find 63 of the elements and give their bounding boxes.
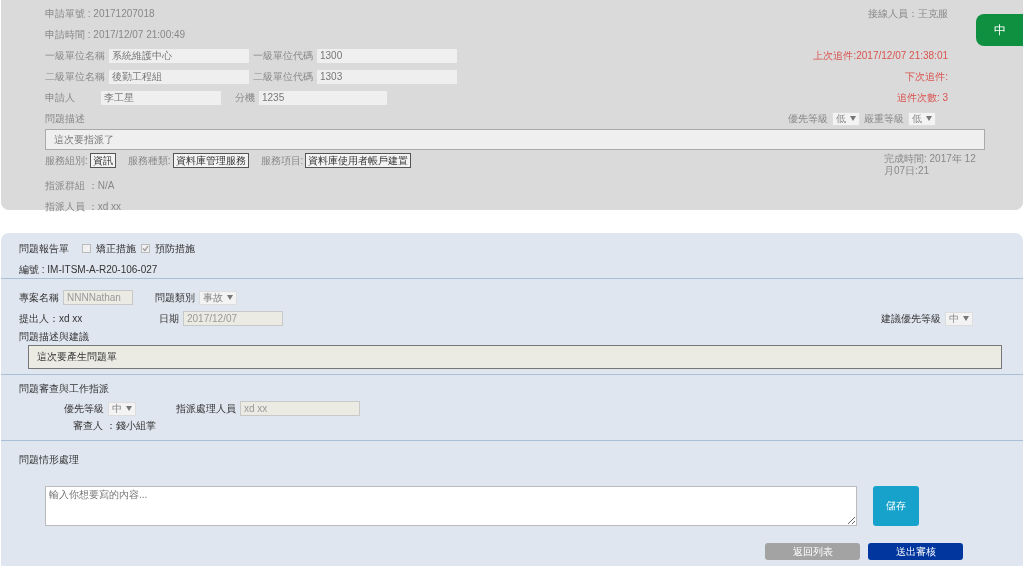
input-field[interactable]: 2017/12/07 [183, 311, 283, 326]
caret-icon [126, 406, 132, 411]
caret-icon [963, 316, 969, 321]
service-tag: 資訊 [89, 153, 116, 168]
status-tab[interactable]: 中 [976, 14, 1023, 46]
field-label: 問題類別 [155, 291, 195, 304]
checkbox[interactable] [82, 244, 91, 253]
section-title: 問題審查與工作指派 [19, 383, 109, 395]
completion-time: 完成時間: 2017年 12月07日:21 [884, 153, 977, 177]
service-tag: 資料庫管理服務 [172, 153, 249, 168]
back-button[interactable]: 返回列表 [765, 543, 860, 560]
field-label: 優先等級 [788, 112, 828, 125]
caret-icon [850, 116, 856, 121]
field-label: 服務組別: [45, 154, 88, 167]
input-field[interactable]: 系統維護中心 [109, 48, 249, 63]
field-label: 專案名稱 [19, 291, 59, 304]
field-label: 服務種類: [127, 154, 171, 167]
level-select[interactable]: 低 [908, 111, 936, 126]
field-label: 申請人 [45, 91, 76, 104]
followup-text: 追件次數: 3 [896, 91, 948, 104]
field-label: 嚴重等級 [864, 112, 904, 125]
request-number: 申請單號 : 20171207018 [45, 7, 155, 20]
input-field[interactable]: xd xx [240, 401, 360, 416]
level-select[interactable]: 低 [832, 111, 860, 126]
priority-select[interactable]: 中 [945, 311, 973, 326]
save-button[interactable]: 儲存 [873, 486, 919, 526]
proposer-text: 提出人：xd xx [19, 312, 84, 325]
field-label: 問題描述 [45, 112, 85, 125]
handler-text: 接線人員：王克服 [868, 7, 948, 20]
checkbox-label: 預防措施 [155, 242, 195, 255]
field-label: 問題描述與建議 [19, 331, 89, 343]
field-label: 指派處理人員 [176, 402, 236, 415]
input-field[interactable]: 後勤工程組 [109, 69, 249, 84]
input-field[interactable]: 1300 [317, 48, 457, 63]
input-field[interactable]: 1303 [317, 69, 457, 84]
report-number: 編號 : IM-ITSM-A-R20-106-027 [19, 263, 158, 276]
description-box: 這次要指派了 [45, 129, 985, 150]
reviewer-text: 審查人 ：錢小組掌 [72, 420, 156, 432]
checkbox[interactable] [141, 244, 150, 253]
input-field[interactable]: 李工星 [101, 90, 221, 105]
assignee-text: 指派人員 ：xd xx [45, 200, 122, 213]
comment-field[interactable]: 輸入你想要寫的內容... [45, 486, 857, 526]
field-label: 日期 [159, 312, 179, 325]
field-label: 服務項目: [260, 154, 304, 167]
followup-text: 上次追件:2017/12/07 21:38:01 [813, 49, 948, 62]
input-field[interactable]: NNNNathan [63, 290, 133, 305]
description-box: 這次要產生問題單 [28, 345, 1002, 369]
section-title: 問題情形處理 [19, 453, 79, 466]
request-time: 申請時間 : 2017/12/07 21:00:49 [45, 28, 186, 41]
field-label: 建議優先等級 [881, 312, 941, 325]
checkbox-label: 矯正措施 [96, 242, 136, 255]
submit-button[interactable]: 送出審核 [868, 543, 963, 560]
followup-text: 下次追件: [905, 70, 948, 83]
form-title: 問題報告單 [19, 242, 69, 255]
assign-group: 指派群組 ：N/A [45, 180, 115, 192]
caret-icon [926, 116, 932, 121]
field-label: 分機 [235, 91, 255, 104]
field-label: 優先等級 [64, 402, 104, 415]
category-select[interactable]: 事故 [199, 290, 237, 305]
caret-icon [227, 295, 233, 300]
service-tag: 資料庫使用者帳戶建置 [305, 153, 412, 168]
priority-select[interactable]: 中 [108, 401, 136, 416]
input-field[interactable]: 1235 [259, 90, 387, 105]
